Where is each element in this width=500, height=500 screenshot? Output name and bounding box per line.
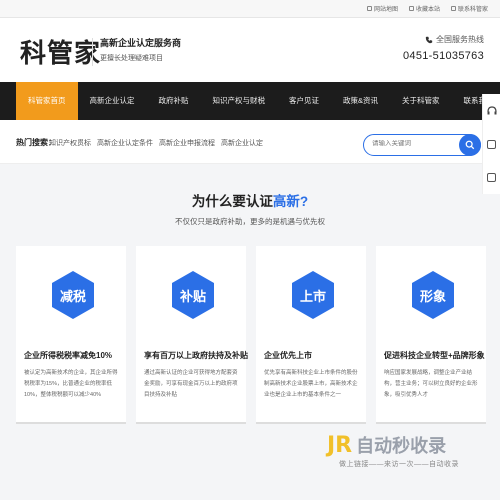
why-title: 为什么要认证高新? bbox=[191, 194, 309, 209]
slogan-subtitle: 更擅长处理疑难项目 bbox=[100, 55, 163, 62]
benefit-card-brand[interactable]: 形象 促进科技企业转型+品牌形象 响应国家发展战略，调整企业产业结构，营主业务；… bbox=[376, 246, 486, 424]
nav-item-about[interactable]: 关于科管家 bbox=[390, 82, 452, 120]
hotline-label: 全国服务热线 bbox=[436, 35, 484, 44]
hot-search-link[interactable]: 高新企业认定条件 bbox=[97, 138, 153, 148]
headset-icon[interactable] bbox=[486, 106, 497, 116]
watermark-brand-text: 自动秒收录 bbox=[356, 436, 447, 456]
hot-search-link[interactable]: 知识产权贯标 bbox=[49, 138, 91, 148]
card-description: 通过高新认证的企业可获得地方配套资金奖励，可享有现金百万以上的政府项目扶持及补贴 bbox=[144, 370, 238, 398]
card-description: 优先享有高新科技企业上市条件的股份制高新技术企业股票上市，高新技术企业也是企业上… bbox=[264, 370, 358, 398]
search-input[interactable] bbox=[372, 140, 462, 147]
hot-search-bar: 热门搜索： 知识产权贯标 高新企业认定条件 高新企业申报流程 高新企业认定 bbox=[0, 120, 500, 164]
nav-item-policy-news[interactable]: 政策&资讯 bbox=[331, 82, 390, 120]
slogan-title: 高新企业认定服务商 bbox=[100, 38, 182, 48]
badge-hexagon-icon: 补贴 bbox=[172, 271, 214, 319]
benefit-card-subsidy[interactable]: 补贴 享有百万以上政府扶持及补贴 通过高新认证的企业可获得地方配套资金奖励，可享… bbox=[136, 246, 248, 424]
search-icon bbox=[465, 140, 475, 150]
nav-item-hightech-certification[interactable]: 高新企业认定 bbox=[78, 82, 147, 120]
search-box bbox=[363, 134, 481, 156]
main-nav: 科管家首页 高新企业认定 政府补贴 知识产权与财税 客户见证 政策&资讯 关于科… bbox=[0, 82, 500, 120]
nav-item-government-subsidy[interactable]: 政府补贴 bbox=[147, 82, 201, 120]
floating-side-toolbar bbox=[482, 94, 500, 194]
card-title: 企业所得税税率减免10% bbox=[24, 351, 113, 360]
phone-side-icon[interactable] bbox=[487, 173, 496, 182]
hotline-label-row: 全国服务热线 bbox=[403, 34, 484, 45]
contact-icon bbox=[450, 6, 456, 11]
search-button[interactable] bbox=[459, 134, 481, 156]
header-divider bbox=[92, 38, 93, 66]
hot-search-links: 知识产权贯标 高新企业认定条件 高新企业申报流程 高新企业认定 bbox=[49, 138, 263, 148]
sitemap-icon bbox=[366, 6, 372, 11]
slogan: 高新企业认定服务商 更擅长处理疑难项目 bbox=[100, 36, 181, 63]
nav-item-customer-testimonials[interactable]: 客户见证 bbox=[277, 82, 331, 120]
chat-icon[interactable] bbox=[487, 140, 496, 149]
watermark-tagline: 做上链接——来访一次——自动收录 bbox=[339, 461, 459, 468]
bookmark-link[interactable]: 收藏本站 bbox=[408, 4, 440, 13]
benefit-card-tax[interactable]: 减税 企业所得税税率减免10% 被认定为高新技术的企业，其企业所得税税率为15%… bbox=[16, 246, 126, 424]
watermark-logo-mark: JR bbox=[327, 432, 353, 458]
phone-icon bbox=[425, 36, 433, 43]
why-subtitle: 不仅仅只是政府补助，更多的是机遇与优先权 bbox=[175, 217, 325, 226]
benefit-card-ipo[interactable]: 上市 企业优先上市 优先享有高新科技企业上市条件的股份制高新技术企业股票上市，高… bbox=[256, 246, 366, 424]
site-header: 科管家 高新企业认定服务商 更擅长处理疑难项目 全国服务热线 0451-5103… bbox=[0, 18, 500, 82]
watermark-brand: JR 自动秒收录 bbox=[327, 432, 487, 458]
top-utility-bar: 网站地图 收藏本站 联系科管家 bbox=[0, 0, 500, 18]
badge-hexagon-icon: 减税 bbox=[52, 271, 94, 319]
benefit-cards: 减税 企业所得税税率减免10% 被认定为高新技术的企业，其企业所得税税率为15%… bbox=[16, 246, 486, 424]
site-logo[interactable]: 科管家 bbox=[20, 33, 101, 70]
badge-hexagon-icon: 形象 bbox=[412, 271, 454, 319]
sitemap-link[interactable]: 网站地图 bbox=[366, 4, 398, 13]
nav-item-ip-finance[interactable]: 知识产权与财税 bbox=[201, 82, 278, 120]
badge-hexagon-icon: 上市 bbox=[292, 271, 334, 319]
card-title: 促进科技企业转型+品牌形象 bbox=[384, 351, 485, 360]
hot-search-link[interactable]: 高新企业申报流程 bbox=[159, 138, 215, 148]
hotline: 全国服务热线 0451-51035763 bbox=[403, 34, 484, 62]
card-description: 响应国家发展战略，调整企业产业结构，营主业务；可以树立良好的企业形象，吸引优秀人… bbox=[384, 370, 478, 398]
watermark: JR 自动秒收录 做上链接——来访一次——自动收录 bbox=[327, 432, 487, 478]
card-description: 被认定为高新技术的企业，其企业所得税税率为15%，比普通企业的税率低10%，整体… bbox=[24, 370, 118, 398]
card-title: 享有百万以上政府扶持及补贴 bbox=[144, 351, 248, 360]
card-title: 企业优先上市 bbox=[264, 351, 312, 360]
hotline-number[interactable]: 0451-51035763 bbox=[403, 50, 484, 62]
contact-link[interactable]: 联系科管家 bbox=[450, 4, 488, 13]
hot-search-link[interactable]: 高新企业认定 bbox=[221, 138, 263, 148]
bookmark-icon bbox=[408, 6, 414, 11]
nav-item-home[interactable]: 科管家首页 bbox=[16, 82, 78, 120]
why-section-heading: 为什么要认证高新? 不仅仅只是政府补助，更多的是机遇与优先权 bbox=[0, 190, 500, 227]
